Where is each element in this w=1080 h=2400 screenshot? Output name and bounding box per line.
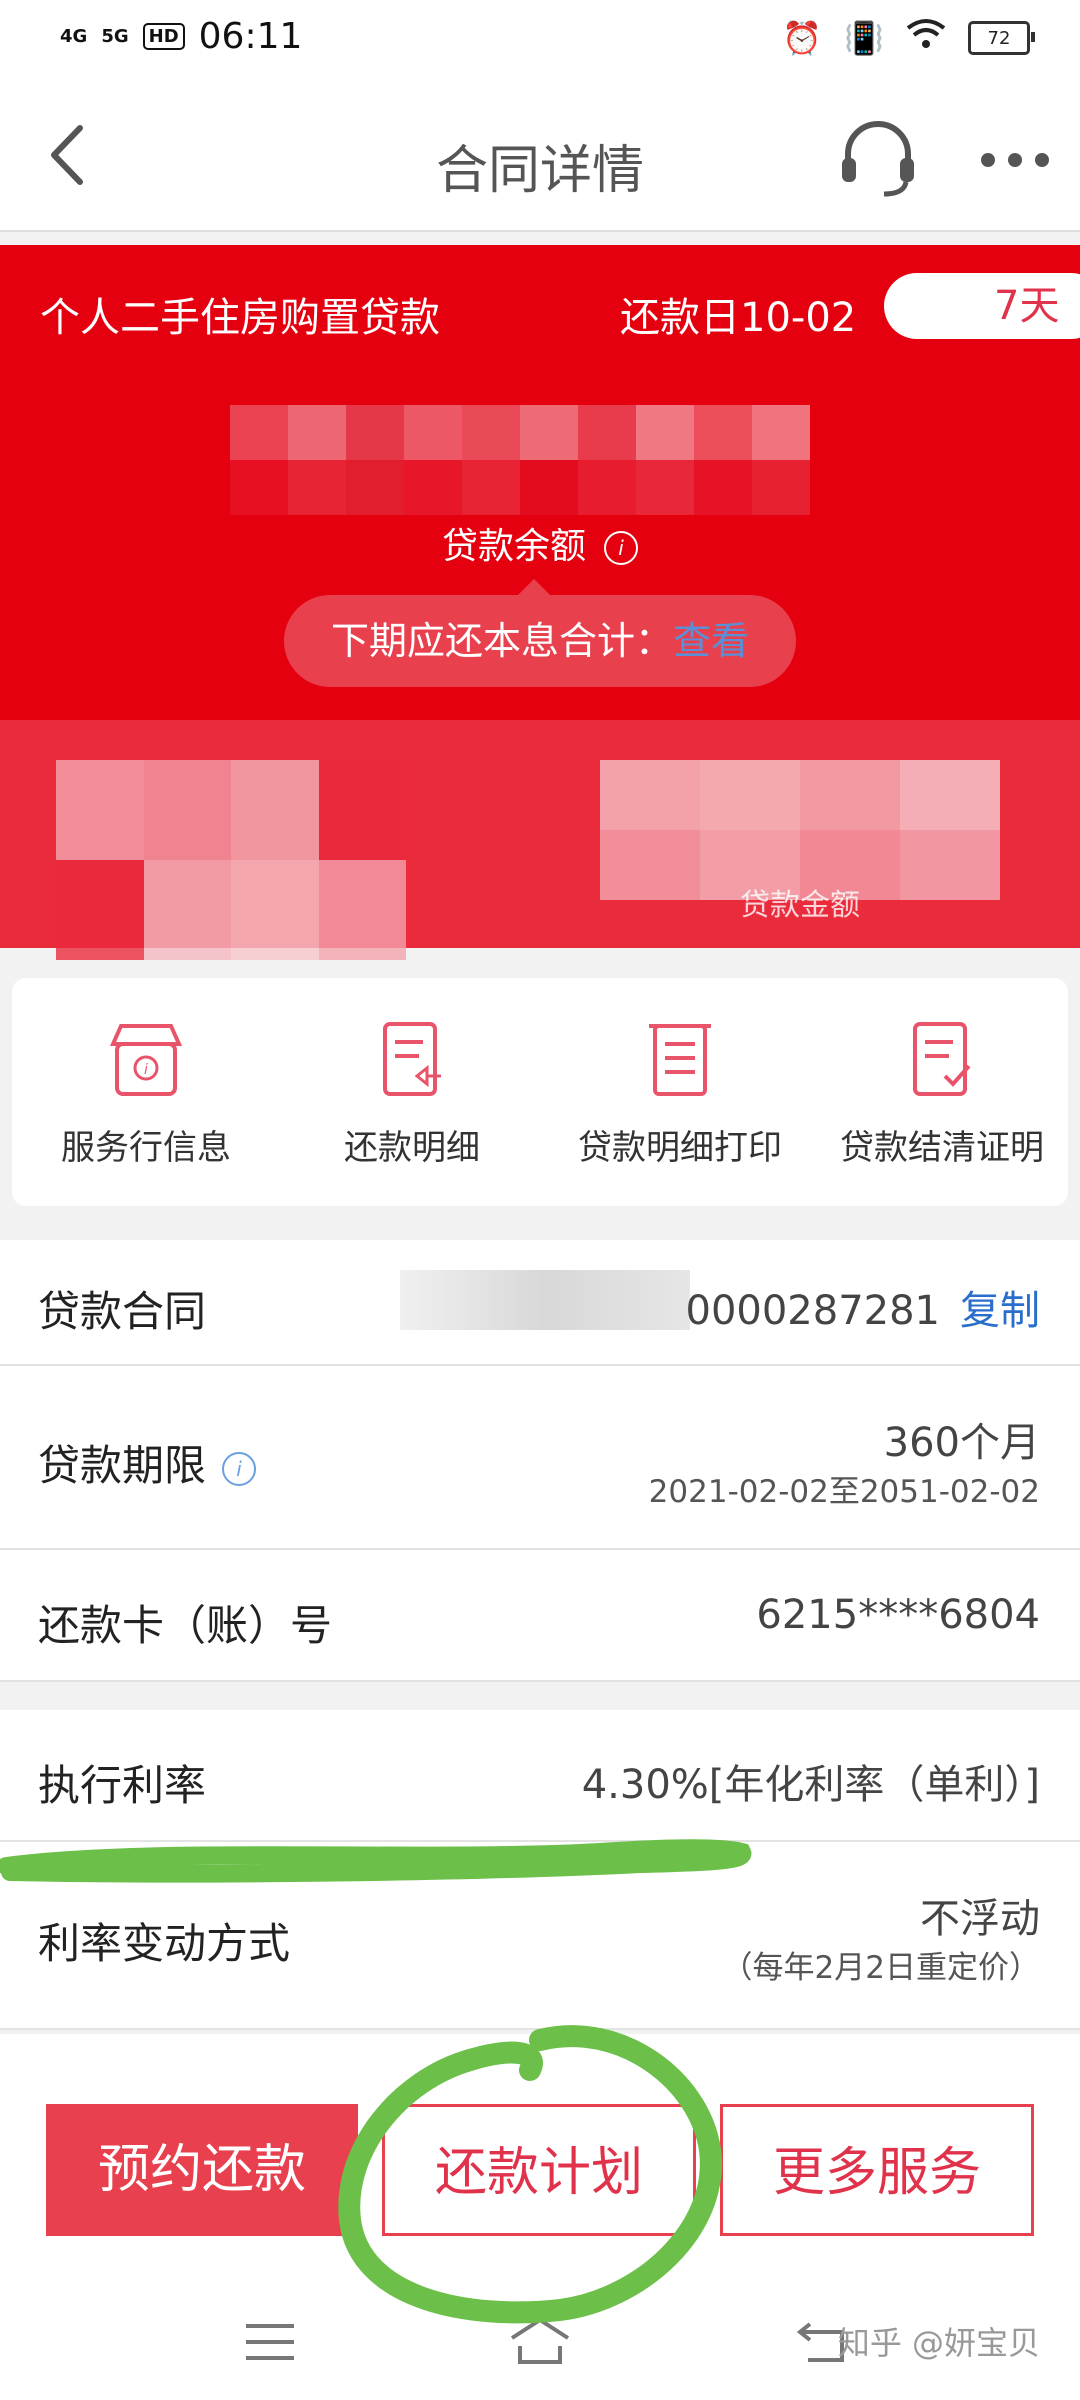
contract-number: 0000287281 <box>685 1288 941 1334</box>
redacted-block-left <box>56 760 406 960</box>
customer-service-button[interactable] <box>838 118 918 198</box>
next-due-label: 下期应还本息合计： <box>330 619 673 663</box>
balance-label: 贷款余额 <box>441 526 586 567</box>
loan-summary-card: 个人二手住房购置贷款 还款日10-02 7天 贷款余额 i 下期应还本息合计：查看 <box>0 245 1080 720</box>
hd-voice-icon: HD <box>142 23 185 50</box>
quick-action-label: 贷款结清证明 <box>840 1128 1044 1168</box>
quick-action-label: 还款明细 <box>344 1128 480 1168</box>
quick-action-settlement[interactable]: 贷款结清证明 <box>812 1018 1072 1169</box>
quick-action-print[interactable]: 贷款明细打印 <box>550 1018 810 1169</box>
status-right: ⏰ 📳 72 <box>782 18 1035 58</box>
row-rate-change: 利率变动方式 不浮动 （每年2月2日重定价） <box>0 1842 1080 2030</box>
days-remaining-badge: 7天 <box>884 273 1080 339</box>
row-term: 贷款期限 i 360个月 2021-02-02至2051-02-02 <box>0 1366 1080 1550</box>
quick-action-label: 贷款明细打印 <box>578 1128 782 1168</box>
repayment-detail-icon <box>383 1022 441 1096</box>
action-bar: 预约还款 还款计划 更多服务 <box>0 2034 1080 2314</box>
balance-label-row: 贷款余额 i <box>0 517 1080 569</box>
vibrate-icon: 📳 <box>844 19 884 57</box>
term-label: 贷款期限 <box>38 1441 207 1490</box>
rate-label: 执行利率 <box>38 1761 207 1810</box>
row-rate: 执行利率 4.30%[年化利率（单利）] <box>0 1710 1080 1842</box>
contract-label: 贷款合同 <box>38 1287 207 1336</box>
quick-action-label: 服务行信息 <box>61 1128 231 1168</box>
row-contract: 贷款合同 0000287281 复制 <box>0 1240 1080 1366</box>
nav-header: 合同详情 <box>0 80 1080 232</box>
card-value: 6215****6804 <box>756 1592 1040 1638</box>
svg-text:i: i <box>144 1062 148 1078</box>
rate-value: 4.30%[年化利率（单利）] <box>581 1762 1040 1808</box>
signal-4g-icon: 4G <box>60 25 88 47</box>
more-button[interactable] <box>980 152 1050 168</box>
status-bar: 4G 5G HD 06:11 ⏰ 📳 72 <box>0 0 1080 80</box>
row-repayment-card: 还款卡（账）号 6215****6804 <box>0 1550 1080 1682</box>
loan-amount-label: 贷款金额 <box>740 888 860 923</box>
status-time: 06:11 <box>198 16 303 57</box>
copy-button[interactable]: 复制 <box>960 1288 1040 1334</box>
quick-action-bank-info[interactable]: i 服务行信息 <box>16 1018 276 1169</box>
next-due-bubble: 下期应还本息合计：查看 <box>284 579 796 687</box>
battery-icon: 72 <box>968 21 1035 55</box>
print-doc-icon <box>649 1024 711 1096</box>
contract-redacted <box>400 1270 690 1330</box>
loan-type: 个人二手住房购置贷款 <box>40 295 440 341</box>
wifi-icon <box>906 18 946 58</box>
home-icon[interactable] <box>508 2316 572 2366</box>
alarm-icon: ⏰ <box>782 19 823 57</box>
prepay-button[interactable]: 预约还款 <box>46 2104 358 2236</box>
rate-change-note: （每年2月2日重定价） <box>721 1950 1040 1986</box>
watermark: 知乎 @妍宝贝 <box>837 2324 1040 2362</box>
quick-actions: i 服务行信息 还款明细 贷款明细打印 贷款结清证明 <box>12 978 1068 1206</box>
bank-info-icon: i <box>109 1024 183 1096</box>
more-services-button[interactable]: 更多服务 <box>720 2104 1034 2236</box>
menu-icon[interactable] <box>244 2322 296 2362</box>
info-icon[interactable]: i <box>604 531 638 565</box>
term-info-icon[interactable]: i <box>222 1451 257 1486</box>
view-next-due-link[interactable]: 查看 <box>673 619 749 663</box>
card-label: 还款卡（账）号 <box>38 1601 333 1650</box>
page-title: 合同详情 <box>435 141 644 201</box>
term-value: 360个月 <box>883 1420 1040 1466</box>
redacted-block-right <box>600 760 1000 900</box>
term-label-group: 贷款期限 i <box>38 1432 257 1493</box>
rate-change-value: 不浮动 <box>920 1896 1040 1942</box>
repayment-plan-button[interactable]: 还款计划 <box>382 2104 696 2236</box>
balance-redacted <box>230 405 810 515</box>
signal-5g-icon: 5G <box>101 25 129 47</box>
quick-action-repayment-detail[interactable]: 还款明细 <box>282 1018 542 1169</box>
more-dots-icon <box>981 153 1049 167</box>
loan-amount-band: 贷款金额 <box>0 720 1080 960</box>
status-left: 4G 5G HD 06:11 <box>60 16 302 57</box>
settlement-certificate-icon <box>913 1022 971 1096</box>
contract-value-group: 0000287281 复制 <box>686 1278 1041 1336</box>
headset-icon <box>842 121 914 197</box>
term-range: 2021-02-02至2051-02-02 <box>648 1474 1040 1510</box>
rate-change-label: 利率变动方式 <box>38 1919 291 1968</box>
repayment-day: 还款日10-02 <box>620 295 857 341</box>
